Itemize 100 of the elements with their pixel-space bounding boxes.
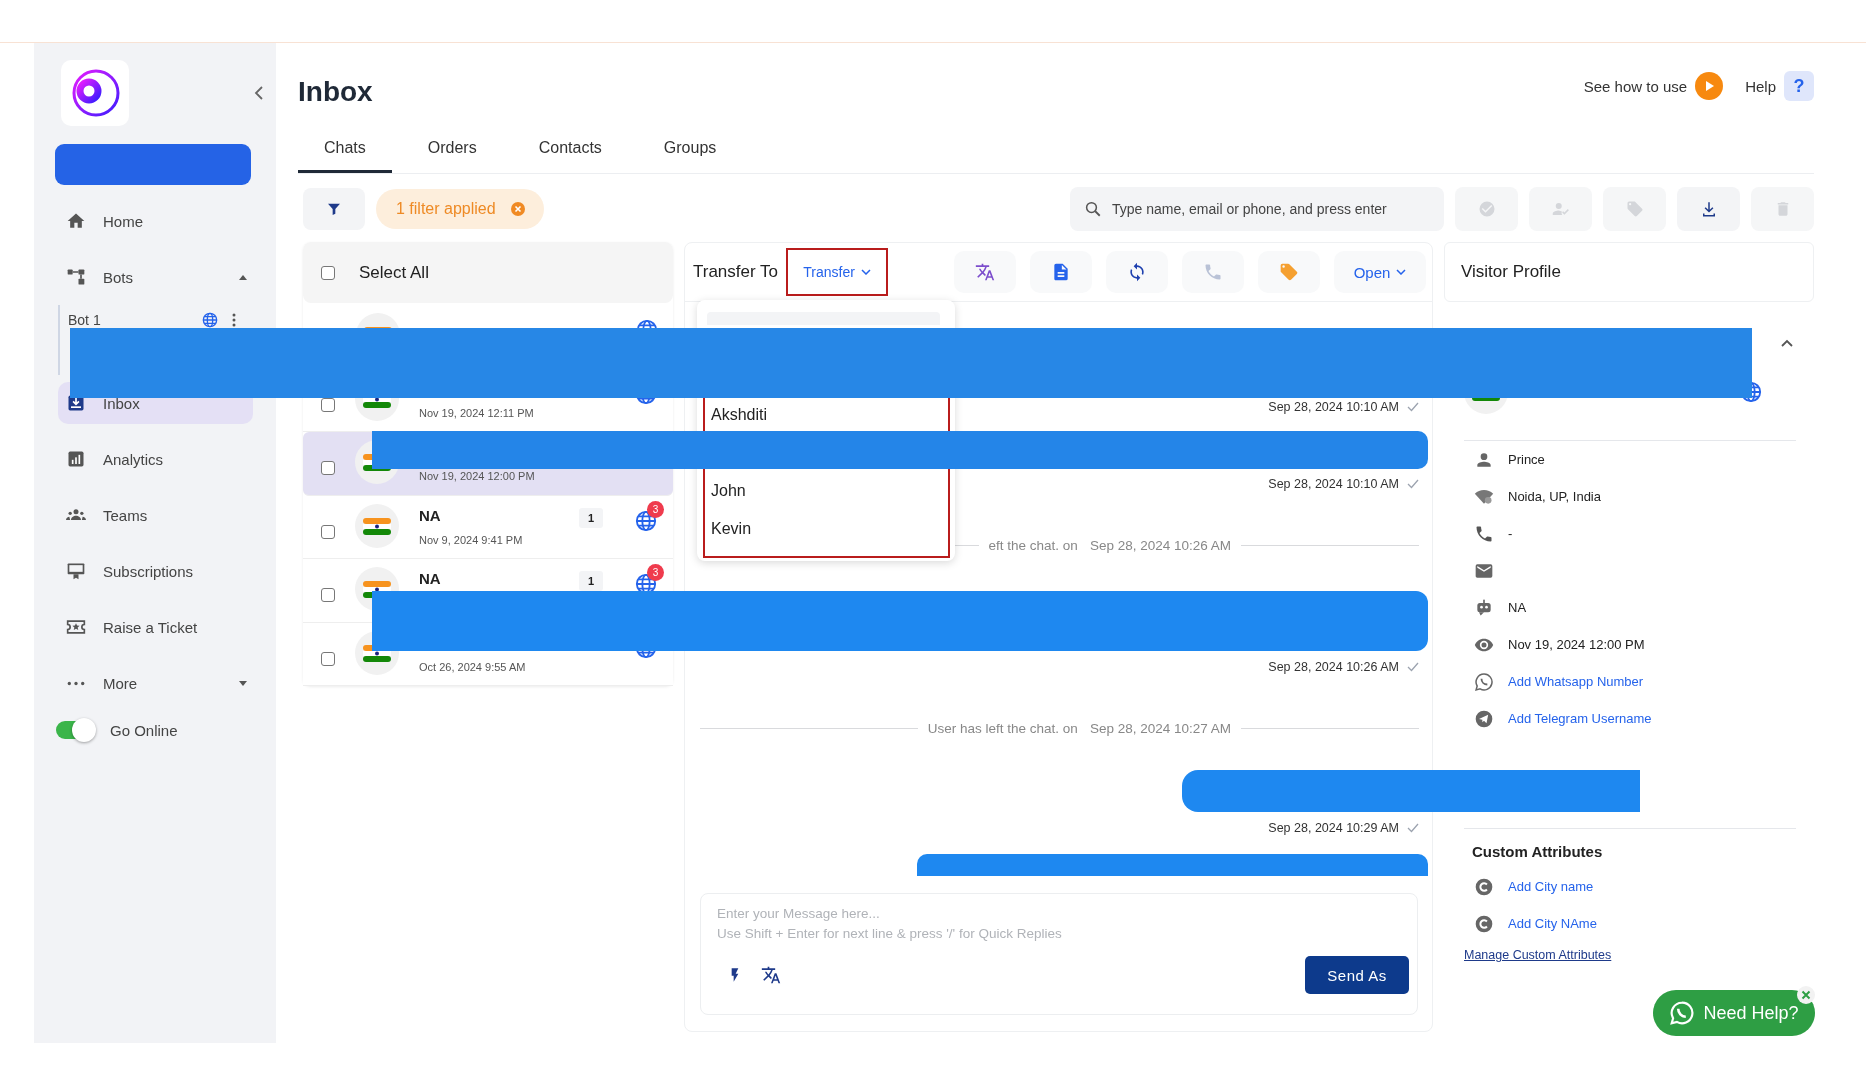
more-icon[interactable]	[232, 313, 236, 327]
robot-icon	[1474, 597, 1494, 618]
nav-item[interactable]: Home	[34, 193, 276, 249]
download-button[interactable]	[1677, 187, 1740, 231]
notification-badge: 3	[647, 500, 664, 518]
transfer-label: Transfer To	[693, 262, 779, 282]
nav-item[interactable]: More	[34, 655, 276, 711]
chevron-icon[interactable]	[1780, 338, 1794, 348]
collapse-icon[interactable]	[254, 85, 264, 101]
check-icon	[1407, 823, 1419, 833]
menu-item[interactable]: Akshditi	[711, 400, 948, 430]
transfer-dropdown[interactable]: Transfer	[786, 248, 889, 296]
chat-date: Nov 19, 2024 12:00 PM	[419, 470, 536, 482]
checkbox[interactable]	[321, 524, 335, 539]
refresh-icon	[1127, 262, 1147, 282]
detail-value: -	[1508, 526, 1513, 541]
nav-item[interactable]: Teams	[34, 487, 276, 543]
detail-value: Noida, UP, India	[1508, 489, 1601, 504]
chat-date: Nov 9, 2024 9:41 PM	[419, 533, 524, 546]
checkbox[interactable]	[321, 461, 335, 475]
help-button[interactable]: ?	[1784, 71, 1814, 101]
nav-label: Bots	[103, 268, 134, 286]
translate-icon[interactable]	[761, 965, 781, 985]
ticket-icon	[66, 617, 86, 637]
checkbox[interactable]	[321, 588, 335, 602]
search-icon	[1084, 200, 1102, 218]
search-input[interactable]: Type name, email or phone, and press enter	[1112, 201, 1430, 217]
flag-avatar-icon	[355, 503, 399, 548]
search-field[interactable]: Type name, email or phone, and press enter	[1070, 187, 1444, 231]
see-how-link[interactable]: See how to use	[1583, 77, 1688, 95]
sub-nav-item[interactable]: Bot 1	[60, 309, 276, 331]
nav-label: Inbox	[103, 394, 141, 412]
check-icon	[1477, 200, 1496, 218]
analytics-icon	[66, 449, 86, 469]
chat-date: Oct 26, 2024 9:55 AM	[419, 660, 527, 673]
nav-label: Subscriptions	[103, 562, 195, 580]
system-message: User has left the chat. on	[927, 720, 1078, 736]
add-link[interactable]: Add Whatsapp Number	[1508, 674, 1644, 689]
home-icon	[66, 211, 86, 231]
message-composer[interactable]: Enter your Message here... Use Shift + Enter for next line & press '/' for Quick Replies Send As	[700, 893, 1418, 1015]
add-link[interactable]: Add City NAme	[1508, 916, 1597, 931]
message-time: Sep 28, 2024 10:10 AM	[1268, 400, 1399, 414]
menu-item[interactable]: John	[711, 476, 948, 506]
section-title: Custom Attributes	[1472, 843, 1604, 860]
nav-item[interactable]: Subscriptions	[34, 543, 276, 599]
filter-label: 1 filter applied	[396, 200, 496, 218]
tag-icon	[1279, 262, 1299, 282]
tab[interactable]: Contacts	[512, 125, 628, 173]
nav-item[interactable]: Raise a Ticket	[34, 599, 276, 655]
add-link[interactable]: Add Telegram Username	[1508, 711, 1652, 726]
send-button[interactable]: Send As	[1305, 956, 1409, 994]
message-time: Sep 28, 2024 10:29 AM	[1268, 821, 1399, 835]
help-link[interactable]: Help	[1745, 77, 1776, 95]
toggle-label: Go Online	[110, 721, 178, 739]
nav-label: Teams	[103, 506, 149, 524]
check-icon	[1407, 662, 1419, 672]
tab[interactable]: Orders	[401, 125, 503, 173]
play-icon[interactable]	[1695, 72, 1724, 100]
menu-item[interactable]: Kevin	[711, 514, 948, 544]
nav-label: More	[103, 674, 139, 692]
checkbox[interactable]	[321, 651, 335, 666]
caret-icon[interactable]	[238, 273, 248, 281]
system-time: Sep 28, 2024 10:26 AM	[1089, 537, 1231, 553]
select-all-label: Select All	[359, 262, 429, 283]
notification-badge: 3	[647, 564, 664, 581]
telegram-icon	[1474, 708, 1494, 729]
nav-item[interactable]: Bots	[34, 249, 276, 305]
add-link[interactable]: Add City name	[1508, 879, 1594, 894]
logo-icon	[61, 60, 129, 126]
close-icon[interactable]	[509, 201, 526, 217]
nav-label: Home	[103, 212, 144, 230]
system-message: eft the chat. on	[988, 537, 1078, 553]
nav-label: Raise a Ticket	[103, 618, 199, 636]
whatsapp-icon	[1669, 1000, 1696, 1026]
translate-button[interactable]	[954, 251, 1016, 293]
status-dropdown[interactable]: Open	[1334, 251, 1426, 293]
contact-name: NA	[419, 506, 441, 524]
chevron-down-icon	[1396, 269, 1407, 275]
close-icon[interactable]	[1797, 986, 1815, 1004]
tag-button[interactable]	[1258, 251, 1320, 293]
translate-icon	[975, 262, 995, 282]
message-time: Sep 28, 2024 10:26 AM	[1268, 660, 1399, 674]
chat-row[interactable]: NA Nov 9, 2024 9:41 PM 1 3	[303, 495, 673, 559]
nav-item[interactable]: Analytics	[34, 431, 276, 487]
tag-icon	[1625, 200, 1644, 218]
subs-icon	[66, 561, 86, 581]
refresh-button[interactable]	[1106, 251, 1168, 293]
tab[interactable]: Chats	[298, 125, 392, 173]
usercheck-icon	[1551, 200, 1570, 218]
tab[interactable]: Groups	[637, 125, 743, 173]
filter-icon	[326, 201, 342, 217]
whatsapp-icon	[1474, 671, 1494, 692]
message-time: Sep 28, 2024 10:10 AM	[1268, 477, 1399, 491]
doc-button[interactable]	[1030, 251, 1092, 293]
caret-icon[interactable]	[238, 679, 248, 687]
attribute-icon	[1474, 913, 1494, 934]
chat-date: Nov 19, 2024 12:11 PM	[419, 406, 535, 419]
doc-icon	[1051, 262, 1071, 282]
manage-link[interactable]: Manage Custom Attributes	[1464, 948, 1612, 962]
checkbox[interactable]	[321, 265, 335, 280]
